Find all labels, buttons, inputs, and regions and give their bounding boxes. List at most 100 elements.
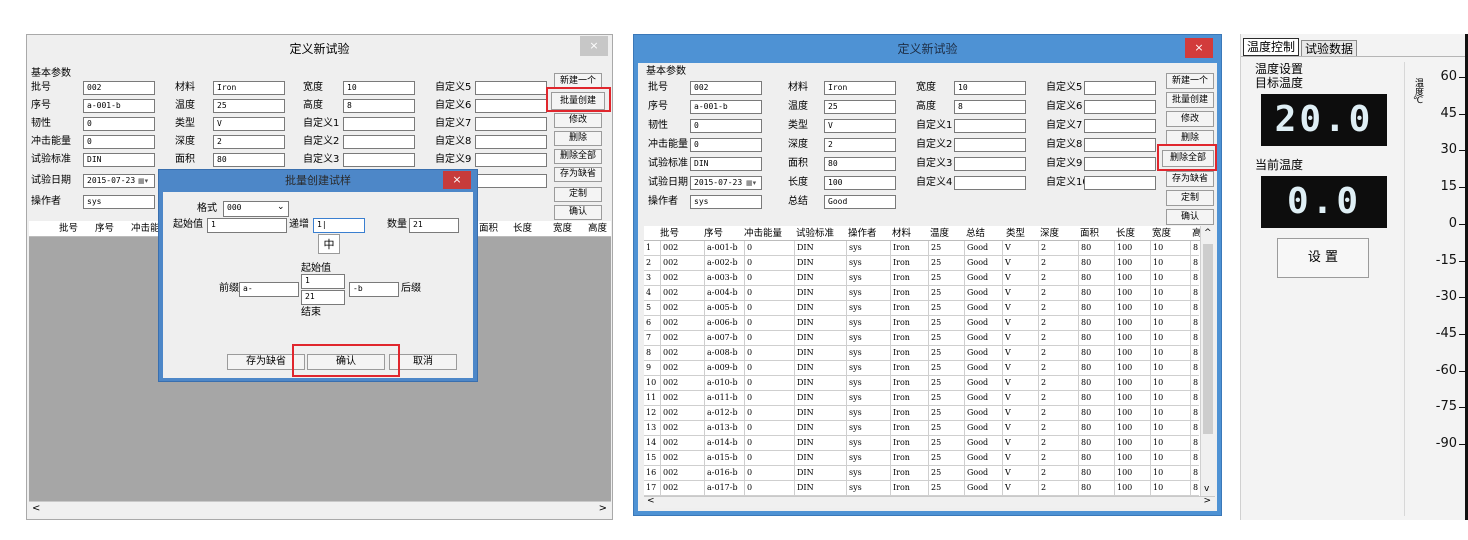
field-custom8[interactable] bbox=[475, 135, 547, 149]
field-height[interactable]: 8 bbox=[954, 100, 1026, 114]
table-row[interactable]: 14 002 a-014-b 0 DIN sys Iron 25 Good V 2 80 100 10 8 bbox=[644, 436, 1199, 451]
col-length[interactable]: 长度 bbox=[1116, 226, 1135, 242]
customize-button[interactable]: 定制 bbox=[554, 187, 602, 202]
field-custom3[interactable] bbox=[954, 157, 1026, 171]
field-custom1[interactable] bbox=[343, 117, 415, 131]
scroll-right-arrow[interactable]: > bbox=[599, 503, 607, 514]
table-row[interactable]: 6 002 a-006-b 0 DIN sys Iron 25 Good V 2 80 100 10 8 bbox=[644, 316, 1199, 331]
table-row[interactable]: 17 002 a-017-b 0 DIN sys Iron 25 Good V 2 80 100 10 8 bbox=[644, 481, 1199, 496]
field-standard[interactable]: DIN bbox=[690, 157, 762, 171]
field-custom1[interactable] bbox=[954, 119, 1026, 133]
tab-temperature-control[interactable]: 温度控制 bbox=[1243, 38, 1299, 56]
chevron-down-icon[interactable]: ⌄ bbox=[277, 202, 285, 212]
customize-button[interactable]: 定制 bbox=[1166, 190, 1214, 206]
field-custom8[interactable] bbox=[1084, 138, 1156, 152]
prefix-input[interactable]: a- bbox=[239, 282, 299, 297]
field-standard[interactable]: DIN bbox=[83, 153, 155, 167]
edit-button[interactable]: 修改 bbox=[554, 113, 602, 128]
save-default-button[interactable]: 存为缺省 bbox=[554, 167, 602, 182]
vertical-scrollbar[interactable]: ^ v bbox=[1200, 226, 1215, 496]
scroll-right-arrow[interactable]: > bbox=[1203, 496, 1211, 506]
col-serial[interactable]: 序号 bbox=[704, 226, 723, 242]
col-width[interactable]: 宽度 bbox=[553, 221, 572, 237]
table-row[interactable]: 8 002 a-008-b 0 DIN sys Iron 25 Good V 2 80 100 10 8 bbox=[644, 346, 1199, 361]
field-serial[interactable]: a-001-b bbox=[83, 99, 155, 113]
col-summary[interactable]: 总结 bbox=[966, 226, 985, 242]
col-impact[interactable]: 冲击能量 bbox=[744, 226, 782, 242]
calendar-icon[interactable]: ▦▾ bbox=[746, 179, 756, 187]
horizontal-scrollbar[interactable]: < > bbox=[29, 501, 611, 517]
field-serial[interactable]: a-001-b bbox=[690, 100, 762, 114]
scroll-up-arrow[interactable]: ^ bbox=[1204, 228, 1212, 238]
field-custom6[interactable] bbox=[1084, 100, 1156, 114]
scroll-left-arrow[interactable]: < bbox=[647, 496, 655, 506]
field-type[interactable]: V bbox=[213, 117, 285, 131]
tab-test-data[interactable]: 试验数据 bbox=[1301, 40, 1357, 57]
field-type[interactable]: V bbox=[824, 119, 896, 133]
suffix-input[interactable]: -b bbox=[349, 282, 399, 297]
field-width[interactable]: 10 bbox=[954, 81, 1026, 95]
field-depth[interactable]: 2 bbox=[213, 135, 285, 149]
table-row[interactable]: 12 002 a-012-b 0 DIN sys Iron 25 Good V 2 80 100 10 8 bbox=[644, 406, 1199, 421]
step-input[interactable]: 1| bbox=[313, 218, 365, 233]
field-summary[interactable]: Good bbox=[824, 195, 896, 209]
field-custom2[interactable] bbox=[954, 138, 1026, 152]
col-standard[interactable]: 试验标准 bbox=[796, 226, 834, 242]
start-input[interactable]: 1 bbox=[207, 218, 287, 233]
field-custom6[interactable] bbox=[475, 99, 547, 113]
confirm-button[interactable]: 确认 bbox=[554, 205, 602, 220]
field-material[interactable]: Iron bbox=[213, 81, 285, 95]
col-serial[interactable]: 序号 bbox=[95, 221, 114, 237]
field-temperature[interactable]: 25 bbox=[824, 100, 896, 114]
table-row[interactable]: 3 002 a-003-b 0 DIN sys Iron 25 Good V 2 80 100 10 8 bbox=[644, 271, 1199, 286]
count-input[interactable]: 21 bbox=[409, 218, 459, 233]
close-button[interactable]: × bbox=[1185, 38, 1213, 58]
field-impact-energy[interactable]: 0 bbox=[690, 138, 762, 152]
table-row[interactable]: 15 002 a-015-b 0 DIN sys Iron 25 Good V 2 80 100 10 8 bbox=[644, 451, 1199, 466]
field-custom4[interactable] bbox=[954, 176, 1026, 190]
field-custom5[interactable] bbox=[475, 81, 547, 95]
col-height[interactable]: 高度 bbox=[588, 221, 607, 237]
col-batch[interactable]: 批号 bbox=[660, 226, 679, 242]
field-material[interactable]: Iron bbox=[824, 81, 896, 95]
col-material[interactable]: 材料 bbox=[892, 226, 911, 242]
field-batch[interactable]: 002 bbox=[83, 81, 155, 95]
field-temperature[interactable]: 25 bbox=[213, 99, 285, 113]
delete-button[interactable]: 删除 bbox=[554, 131, 602, 146]
batch-create-button[interactable]: 批量创建 bbox=[1166, 92, 1214, 108]
dialog-close-button[interactable]: × bbox=[443, 171, 471, 189]
field-custom9[interactable] bbox=[1084, 157, 1156, 171]
col-width[interactable]: 宽度 bbox=[1152, 226, 1171, 242]
scroll-left-arrow[interactable]: < bbox=[32, 503, 40, 514]
table-row[interactable]: 9 002 a-009-b 0 DIN sys Iron 25 Good V 2 80 100 10 8 bbox=[644, 361, 1199, 376]
field-area[interactable]: 80 bbox=[213, 153, 285, 167]
set-button[interactable]: 设 置 bbox=[1277, 238, 1369, 278]
table-row[interactable]: 5 002 a-005-b 0 DIN sys Iron 25 Good V 2 80 100 10 8 bbox=[644, 301, 1199, 316]
table-row[interactable]: 11 002 a-011-b 0 DIN sys Iron 25 Good V 2 80 100 10 8 bbox=[644, 391, 1199, 406]
col-area[interactable]: 面积 bbox=[1080, 226, 1099, 242]
col-length[interactable]: 长度 bbox=[513, 221, 532, 237]
field-operator[interactable]: sys bbox=[690, 195, 762, 209]
col-operator[interactable]: 操作者 bbox=[848, 226, 877, 242]
field-custom10[interactable] bbox=[1084, 176, 1156, 190]
field-operator[interactable]: sys bbox=[83, 195, 155, 209]
table-row[interactable]: 13 002 a-013-b 0 DIN sys Iron 25 Good V 2 80 100 10 8 bbox=[644, 421, 1199, 436]
table-row[interactable]: 2 002 a-002-b 0 DIN sys Iron 25 Good V 2 80 100 10 8 bbox=[644, 256, 1199, 271]
close-button[interactable]: × bbox=[580, 36, 608, 56]
field-toughness[interactable]: 0 bbox=[83, 117, 155, 131]
field-area[interactable]: 80 bbox=[824, 157, 896, 171]
scroll-thumb[interactable] bbox=[1203, 244, 1213, 434]
col-temperature[interactable]: 温度 bbox=[930, 226, 949, 242]
col-area[interactable]: 面积 bbox=[479, 221, 498, 237]
horizontal-scrollbar[interactable]: < > bbox=[644, 496, 1215, 508]
field-height[interactable]: 8 bbox=[343, 99, 415, 113]
col-depth[interactable]: 深度 bbox=[1040, 226, 1059, 242]
field-width[interactable]: 10 bbox=[343, 81, 415, 95]
field-custom3[interactable] bbox=[343, 153, 415, 167]
field-custom10[interactable] bbox=[475, 174, 547, 188]
field-custom5[interactable] bbox=[1084, 81, 1156, 95]
field-batch[interactable]: 002 bbox=[690, 81, 762, 95]
ime-indicator[interactable]: 中 bbox=[318, 234, 340, 254]
col-type[interactable]: 类型 bbox=[1006, 226, 1025, 242]
table-row[interactable]: 10 002 a-010-b 0 DIN sys Iron 25 Good V 2 80 100 10 8 bbox=[644, 376, 1199, 391]
